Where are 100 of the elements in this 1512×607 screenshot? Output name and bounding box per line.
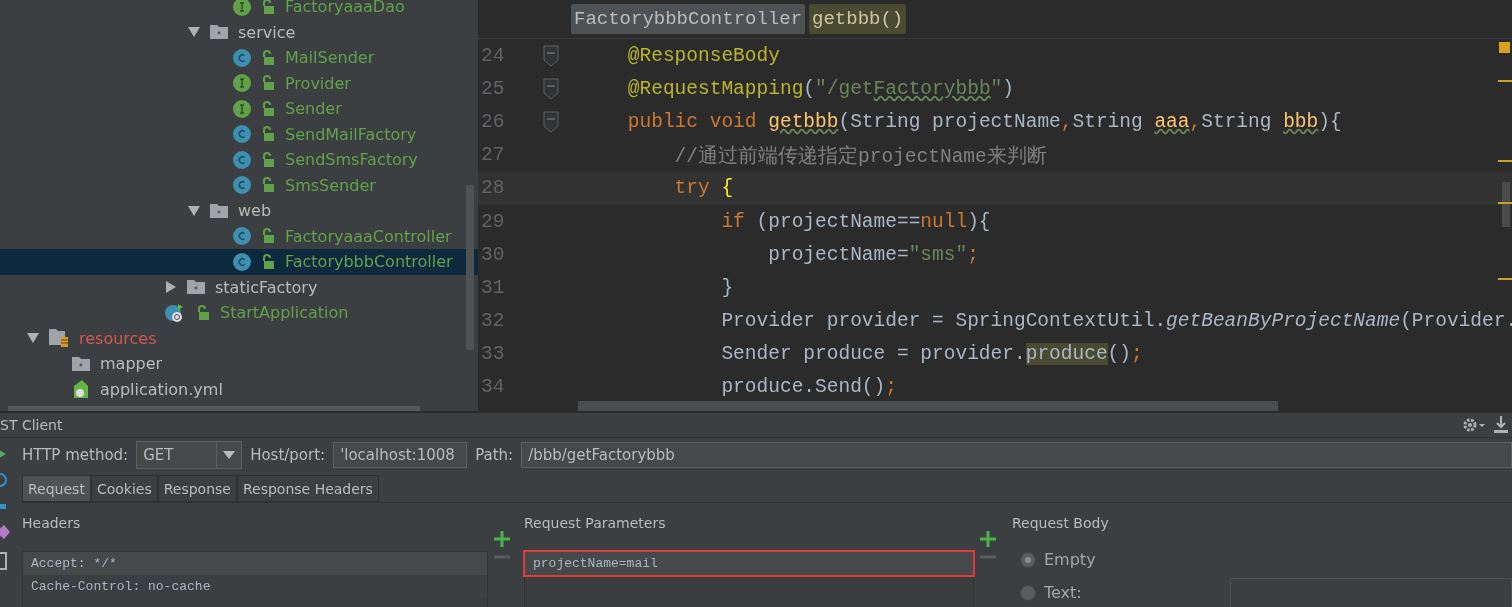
download-icon[interactable] [1494, 416, 1508, 434]
tree-item[interactable]: SendSmsFactory [285, 150, 418, 170]
folder-icon [210, 203, 228, 218]
tree-item[interactable]: mapper [100, 354, 163, 374]
breadcrumb[interactable]: FactorybbbController [571, 4, 806, 34]
code-line: try { [673, 177, 734, 200]
tab[interactable]: Response Headers [236, 475, 379, 502]
refresh-icon[interactable] [0, 472, 10, 488]
radio-button[interactable] [1020, 551, 1036, 568]
code-line: produce.Send(); [720, 376, 897, 399]
class-icon [233, 252, 251, 271]
code-line: //通过前端传递指定projectName来判断 [673, 144, 1047, 169]
scrollbar[interactable] [466, 185, 474, 350]
section-title: Request Body [1012, 514, 1110, 533]
lock-icon [261, 126, 275, 143]
lock-icon [261, 228, 275, 245]
tree-item[interactable]: service [238, 22, 296, 42]
tree-item[interactable]: SendMailFactory [285, 124, 417, 144]
class-icon [233, 150, 251, 169]
tab[interactable]: Response [157, 475, 237, 502]
code-line: Sender produce = provider.produce(); [720, 343, 1143, 366]
path-field[interactable]: /bbb/getFactorybbb [521, 442, 1512, 468]
code-line: Provider provider = SpringContextUtil.getBeanByProjectName(Provider. [720, 310, 1512, 333]
line-number: 34 [480, 376, 506, 399]
headers-list[interactable]: Accept: */* Cache-Control: no-cache [22, 551, 488, 607]
host-label: Host/port: [250, 446, 326, 464]
tree-item[interactable]: Provider [285, 73, 351, 93]
scrollbar[interactable] [8, 406, 420, 411]
tree-item[interactable]: FactoryaaaDao [285, 0, 405, 17]
lock-icon [261, 253, 275, 270]
tree-item[interactable]: resources [79, 328, 157, 348]
breadcrumb[interactable]: getbbb() [809, 4, 907, 34]
list-item[interactable]: Accept: */* [23, 552, 487, 575]
method-dropdown[interactable]: GET [136, 441, 243, 469]
scrollbar[interactable] [578, 401, 1278, 411]
toolbar-icon[interactable] [0, 524, 10, 540]
lock-icon [261, 0, 275, 15]
line-number: 25 [480, 77, 506, 100]
parameters-list[interactable]: projectName=mail [524, 551, 974, 607]
tree-item[interactable]: application.yml [100, 379, 223, 399]
tree-item[interactable]: StartApplication [220, 303, 349, 323]
settings-icon[interactable] [1462, 417, 1486, 433]
toolbar-icon[interactable] [0, 552, 10, 570]
lock-icon [261, 75, 275, 92]
resource-folder-icon [49, 329, 69, 348]
expand-arrow-icon[interactable] [25, 332, 41, 345]
lock-icon [261, 100, 275, 117]
list-item[interactable]: projectName=mail [525, 552, 973, 575]
path-label: Path: [475, 446, 514, 464]
class-icon [233, 125, 251, 144]
tree-item[interactable]: staticFactory [215, 277, 318, 297]
lock-icon [196, 304, 210, 321]
interface-icon [233, 74, 251, 93]
line-number: 26 [480, 110, 506, 133]
code-line: if (projectName==null){ [720, 210, 991, 233]
interface-icon [233, 99, 251, 118]
lock-icon [261, 49, 275, 66]
section-title: Request Parameters [524, 514, 667, 533]
class-icon [233, 176, 251, 195]
radio-label: Empty [1044, 550, 1096, 569]
line-number: 24 [480, 44, 506, 67]
radio-button[interactable] [1020, 584, 1036, 601]
class-icon [233, 227, 251, 246]
host-field[interactable]: 'localhost:1008 [333, 442, 468, 468]
code-line: @RequestMapping("/getFactorybbb") [626, 77, 1014, 100]
yaml-file-icon [72, 380, 90, 399]
tree-item[interactable]: Sender [285, 99, 342, 119]
lock-icon [261, 151, 275, 168]
line-number: 30 [480, 243, 506, 266]
fold-marker-icon[interactable] [543, 77, 559, 100]
expand-arrow-icon[interactable] [186, 26, 202, 39]
line-number: 27 [480, 144, 506, 167]
expand-arrow-icon[interactable] [186, 204, 202, 217]
fold-marker-icon[interactable] [543, 44, 559, 67]
class-icon [233, 48, 251, 67]
caret-icon [223, 451, 236, 459]
add-icon[interactable] [980, 531, 996, 547]
folder-icon [210, 25, 228, 40]
tree-item[interactable]: SmsSender [285, 175, 376, 195]
interface-icon [233, 0, 251, 16]
radio-label: Text: [1044, 583, 1082, 602]
code-line: @ResponseBody [626, 44, 780, 67]
code-line: projectName="sms"; [767, 243, 979, 266]
code-line: public void getbbb(String projectName,String aaa,String bbb){ [626, 110, 1342, 133]
code-line: } [720, 276, 734, 299]
tab[interactable]: Request [22, 475, 91, 502]
line-number: 29 [480, 210, 506, 233]
tree-item[interactable]: MailSender [285, 48, 375, 68]
line-number: 32 [480, 310, 506, 333]
tree-item[interactable]: FactoryaaaController [285, 226, 452, 246]
tab[interactable]: Cookies [90, 475, 158, 502]
line-number: 33 [480, 343, 506, 366]
tree-item[interactable]: web [238, 201, 272, 221]
section-title: Headers [22, 514, 82, 533]
method-label: HTTP method: [22, 446, 129, 464]
fold-marker-icon[interactable] [543, 110, 559, 133]
folder-icon [187, 280, 205, 295]
folder-icon [72, 356, 90, 371]
panel-title: ST Client [0, 417, 63, 433]
add-icon[interactable] [494, 531, 510, 547]
